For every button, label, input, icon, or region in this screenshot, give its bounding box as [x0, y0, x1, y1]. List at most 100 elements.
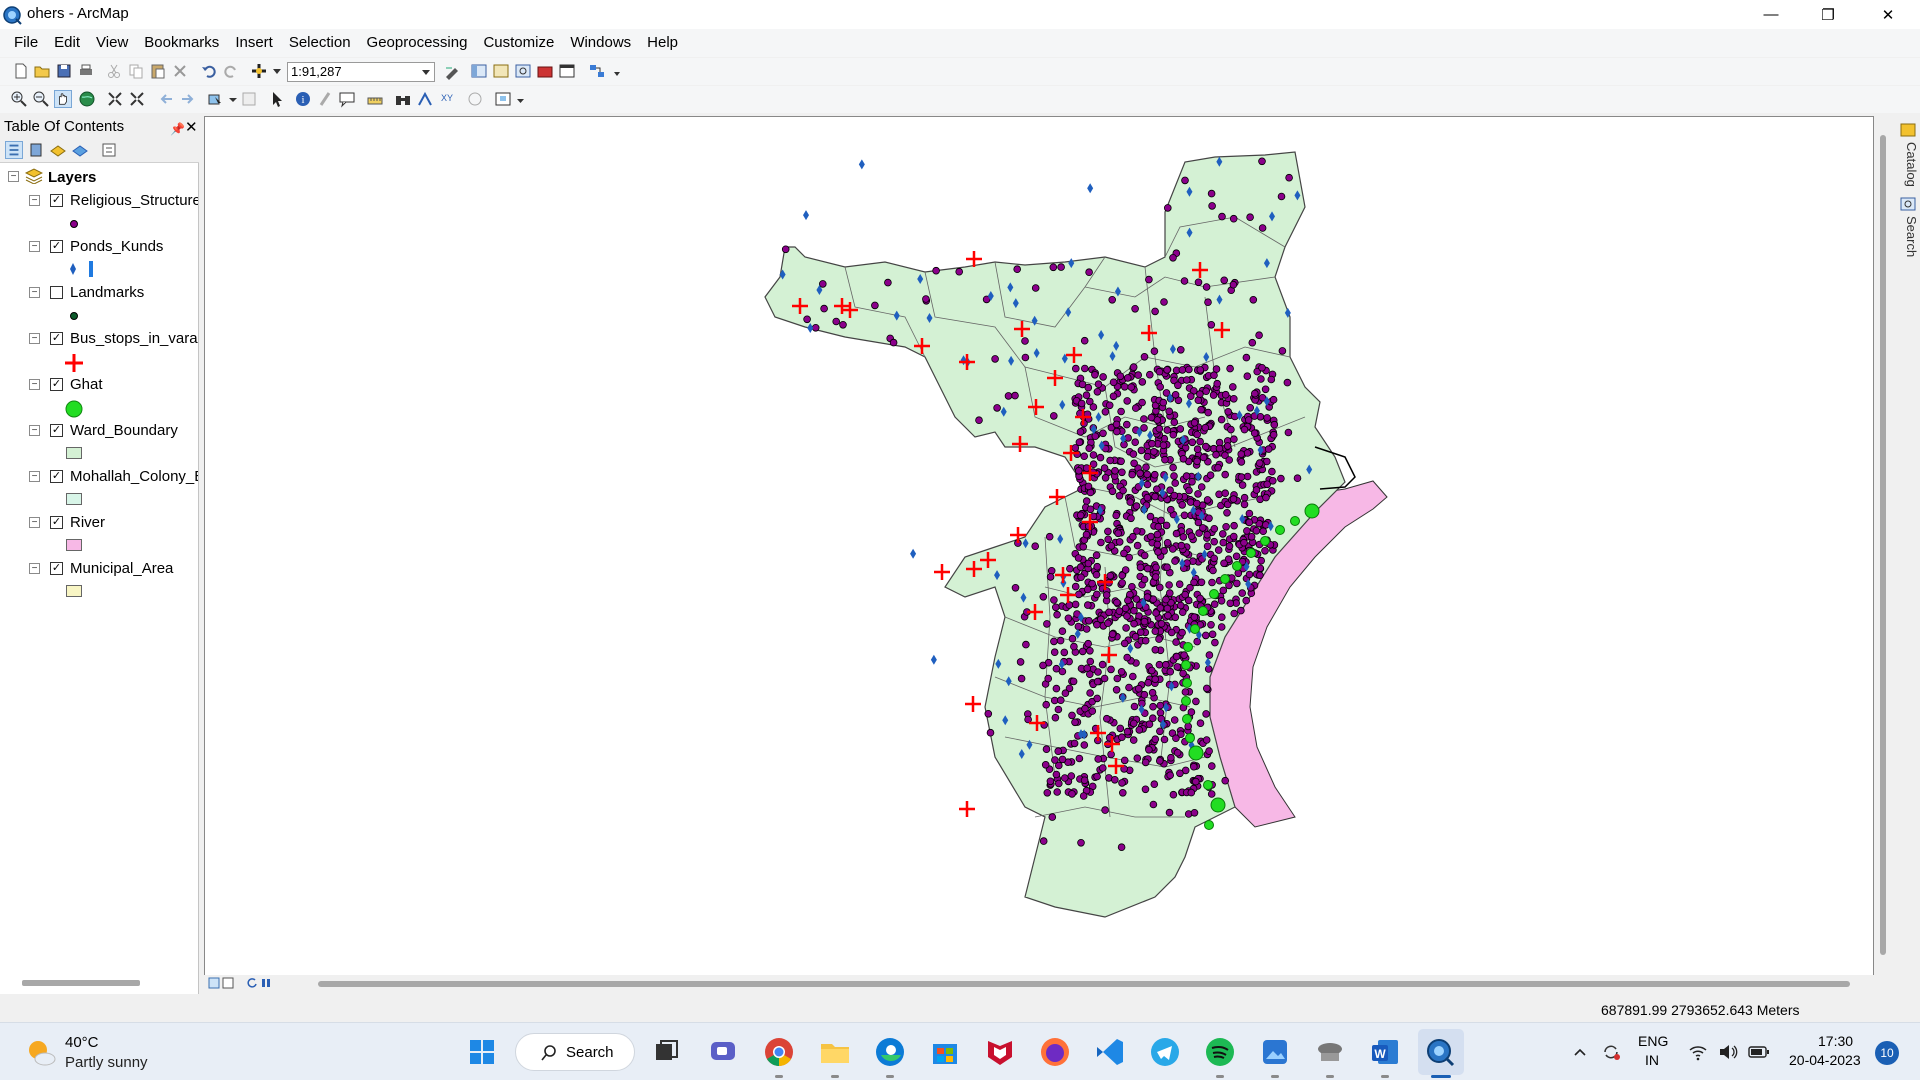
editor-toolbar-icon[interactable] — [443, 62, 461, 80]
select-features-icon[interactable] — [206, 90, 224, 108]
add-data-dropdown-icon[interactable] — [268, 62, 286, 80]
menu-customize[interactable]: Customize — [475, 30, 562, 56]
show-hidden-icons-chevron-icon[interactable] — [1572, 1044, 1588, 1060]
fixed-zoom-in-icon[interactable] — [106, 90, 124, 108]
layer-expander[interactable]: − — [29, 287, 40, 298]
find-route-icon[interactable] — [416, 90, 434, 108]
catalog-tab[interactable]: Catalog — [1897, 120, 1919, 187]
layer-visibility-checkbox[interactable]: ✓ — [50, 332, 63, 345]
redo-icon[interactable] — [222, 62, 240, 80]
layer-visibility-checkbox[interactable]: ✓ — [50, 378, 63, 391]
layer-visibility-checkbox[interactable]: ✓ — [50, 562, 63, 575]
layer-expander[interactable]: − — [29, 471, 40, 482]
menu-selection[interactable]: Selection — [281, 30, 359, 56]
zoom-out-icon[interactable] — [32, 90, 50, 108]
cut-icon[interactable] — [105, 62, 123, 80]
search-tab[interactable]: Search — [1897, 194, 1919, 257]
layer-expander[interactable]: − — [29, 517, 40, 528]
data-view-icon[interactable] — [208, 977, 220, 989]
time-slider-icon[interactable] — [466, 90, 484, 108]
save-icon[interactable] — [55, 62, 73, 80]
clock-time[interactable]: 17:30 — [1818, 1033, 1853, 1049]
map-scale-input[interactable]: 1:91,287 — [287, 62, 435, 82]
catalog-window-icon[interactable] — [492, 62, 510, 80]
maximize-button[interactable]: ❐ — [1800, 0, 1856, 29]
menu-geoprocessing[interactable]: Geoprocessing — [359, 30, 476, 56]
menu-insert[interactable]: Insert — [227, 30, 281, 56]
layer-name-ward-boundary[interactable]: Ward_Boundary — [70, 422, 198, 439]
model-builder-icon[interactable] — [588, 62, 606, 80]
scale-dropdown-icon[interactable] — [418, 63, 434, 81]
toc-options-icon[interactable] — [100, 141, 118, 159]
weather-temperature[interactable]: 40°C — [65, 1034, 99, 1051]
copy-icon[interactable] — [127, 62, 145, 80]
clear-selection-icon[interactable] — [240, 90, 258, 108]
layer-name-municipal-area[interactable]: Municipal_Area — [70, 560, 198, 577]
menu-windows[interactable]: Windows — [562, 30, 639, 56]
layers-root-label[interactable]: Layers — [48, 169, 96, 186]
teams-chat-icon[interactable] — [706, 1035, 740, 1069]
list-by-visibility-icon[interactable] — [49, 141, 67, 159]
notification-count-badge[interactable]: 10 — [1875, 1041, 1899, 1065]
layer-visibility-checkbox[interactable]: ✓ — [50, 240, 63, 253]
fixed-zoom-out-icon[interactable] — [128, 90, 146, 108]
layer-expander[interactable]: − — [29, 195, 40, 206]
map-horizontal-scrollbar[interactable] — [318, 981, 1850, 987]
create-viewer-window-icon[interactable] — [494, 90, 512, 108]
search-window-icon[interactable] — [514, 62, 532, 80]
menu-help[interactable]: Help — [639, 30, 686, 56]
mcafee-icon[interactable] — [983, 1035, 1017, 1069]
volume-icon[interactable] — [1718, 1043, 1738, 1061]
layer-expander[interactable]: − — [29, 333, 40, 344]
file-explorer-icon[interactable] — [818, 1035, 852, 1069]
collapse-layers-toggle[interactable]: − — [8, 171, 19, 182]
identify-icon[interactable]: i — [294, 90, 312, 108]
layer-visibility-checkbox[interactable]: ✓ — [50, 470, 63, 483]
back-extent-icon[interactable] — [158, 90, 176, 108]
toc-window-icon[interactable] — [470, 62, 488, 80]
microsoft-store-icon[interactable] — [928, 1035, 962, 1069]
menu-view[interactable]: View — [88, 30, 136, 56]
layer-name-ponds-kunds[interactable]: Ponds_Kunds — [70, 238, 198, 255]
clock-date[interactable]: 20-04-2023 — [1789, 1052, 1861, 1068]
partly-sunny-icon[interactable] — [25, 1037, 57, 1069]
map-display[interactable] — [204, 116, 1874, 978]
layer-expander[interactable]: − — [29, 563, 40, 574]
vscode-icon[interactable] — [1093, 1035, 1127, 1069]
pan-hand-icon[interactable] — [54, 90, 72, 108]
layer-expander[interactable]: − — [29, 379, 40, 390]
menu-edit[interactable]: Edit — [46, 30, 88, 56]
firefox-icon[interactable] — [1038, 1035, 1072, 1069]
layer-visibility-checkbox[interactable] — [50, 286, 63, 299]
layer-name-landmarks[interactable]: Landmarks — [70, 284, 198, 301]
python-window-icon[interactable] — [558, 62, 576, 80]
windows-start-icon[interactable] — [465, 1035, 499, 1069]
menu-bookmarks[interactable]: Bookmarks — [136, 30, 227, 56]
arcmap-taskbar-icon[interactable] — [1423, 1035, 1457, 1069]
refresh-icon[interactable] — [246, 977, 258, 989]
spotify-icon[interactable] — [1203, 1035, 1237, 1069]
layout-view-icon[interactable] — [222, 977, 234, 989]
undo-icon[interactable] — [200, 62, 218, 80]
arctoolbox-icon[interactable] — [536, 62, 554, 80]
paste-icon[interactable] — [149, 62, 167, 80]
wifi-icon[interactable] — [1688, 1043, 1708, 1061]
add-data-icon[interactable] — [250, 62, 268, 80]
print-icon[interactable] — [77, 62, 95, 80]
minimize-button[interactable]: — — [1743, 0, 1799, 29]
map-canvas[interactable] — [205, 117, 1873, 977]
language-indicator[interactable]: ENG — [1638, 1033, 1668, 1049]
delete-icon[interactable] — [171, 62, 189, 80]
zoom-in-icon[interactable] — [10, 90, 28, 108]
measure-icon[interactable] — [366, 90, 384, 108]
toc-close-icon[interactable]: ✕ — [185, 117, 198, 138]
html-popup-icon[interactable] — [338, 90, 356, 108]
layer-name-bus-stops[interactable]: Bus_stops_in_varana — [70, 330, 198, 347]
list-by-source-icon[interactable] — [27, 141, 45, 159]
find-binoculars-icon[interactable] — [394, 90, 412, 108]
select-elements-arrow-icon[interactable] — [268, 90, 286, 108]
region-indicator[interactable]: IN — [1645, 1052, 1659, 1068]
layer-name-river[interactable]: River — [70, 514, 198, 531]
menu-file[interactable]: File — [6, 30, 46, 56]
go-to-xy-icon[interactable]: XY — [438, 90, 456, 108]
